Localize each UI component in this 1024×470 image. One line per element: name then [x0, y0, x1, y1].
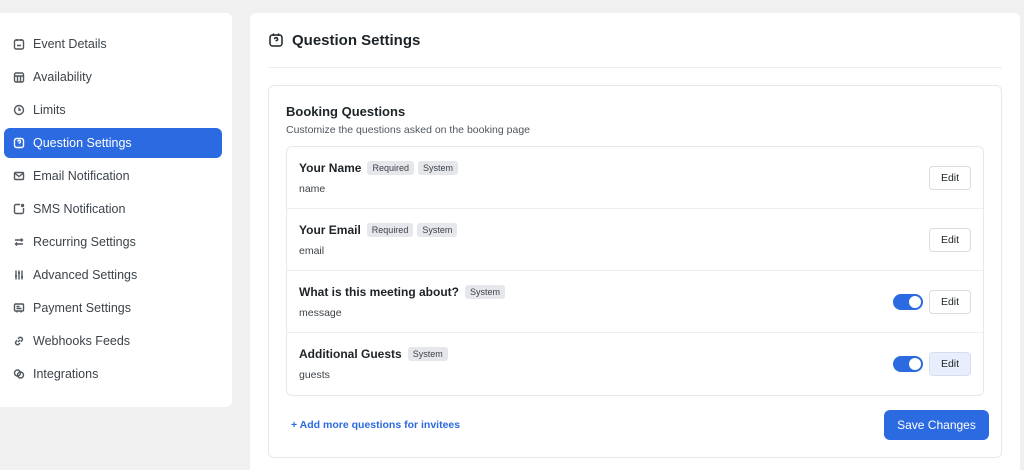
sidebar-item-sms-notification[interactable]: SMS Notification — [4, 194, 222, 224]
question-label: Your Email — [299, 222, 361, 237]
clock-icon — [13, 104, 25, 116]
sidebar-item-advanced-settings[interactable]: Advanced Settings — [4, 260, 222, 290]
sidebar-item-event-details[interactable]: Event Details — [4, 29, 222, 59]
toggle-knob — [909, 358, 921, 370]
question-row-guests: Additional Guests System guests Edit — [287, 333, 983, 395]
question-key: guests — [299, 369, 330, 381]
mail-icon — [13, 170, 25, 182]
sidebar-item-label: Email Notification — [33, 169, 130, 183]
repeat-icon — [13, 236, 25, 248]
edit-button[interactable]: Edit — [929, 352, 971, 376]
question-key: email — [299, 244, 325, 257]
sidebar-item-limits[interactable]: Limits — [4, 95, 222, 125]
sidebar-item-label: Availability — [33, 70, 92, 84]
add-question-link[interactable]: + Add more questions for invitees — [291, 419, 460, 431]
sidebar-item-payment-settings[interactable]: Payment Settings — [4, 293, 222, 323]
edit-button[interactable]: Edit — [929, 289, 971, 314]
sidebar-item-question-settings[interactable]: Question Settings — [4, 128, 222, 158]
question-key: message — [299, 306, 342, 319]
sidebar-item-label: SMS Notification — [33, 202, 126, 216]
question-label: Additional Guests — [299, 347, 402, 361]
question-label: What is this meeting about? — [299, 284, 460, 299]
enable-toggle[interactable] — [893, 356, 923, 372]
sliders-icon — [13, 269, 25, 281]
link-icon — [13, 335, 25, 347]
required-badge: Required — [367, 160, 414, 175]
question-calendar-icon — [268, 32, 284, 48]
sidebar-item-label: Integrations — [33, 367, 99, 381]
sidebar-item-label: Event Details — [33, 37, 107, 51]
question-row-name: Your Name Required System name Edit — [287, 147, 983, 209]
booking-questions-subtitle: Customize the questions asked on the boo… — [286, 124, 530, 136]
calendar-edit-icon — [13, 38, 25, 50]
sidebar-item-label: Payment Settings — [33, 301, 131, 315]
sidebar-item-webhooks-feeds[interactable]: Webhooks Feeds — [4, 326, 222, 356]
question-row-email: Your Email Required System email Edit — [287, 209, 983, 271]
required-badge: Required — [366, 222, 414, 237]
settings-sidebar: Event Details Availability Limits Questi… — [0, 13, 232, 407]
enable-toggle[interactable] — [893, 293, 923, 310]
integrations-icon — [13, 368, 25, 380]
sidebar-item-recurring-settings[interactable]: Recurring Settings — [4, 227, 222, 257]
sidebar-item-label: Webhooks Feeds — [33, 334, 131, 348]
system-badge: System — [407, 347, 448, 361]
page-header: Question Settings — [268, 13, 1002, 68]
question-row-message: What is this meeting about? System messa… — [287, 271, 983, 333]
page-title: Question Settings — [292, 31, 421, 49]
sidebar-item-label: Advanced Settings — [33, 268, 138, 282]
edit-button[interactable]: Edit — [929, 165, 971, 190]
system-badge: System — [465, 284, 506, 299]
payment-icon — [13, 302, 25, 314]
save-changes-button[interactable]: Save Changes — [884, 410, 989, 440]
booking-questions-title: Booking Questions — [286, 104, 406, 119]
edit-button[interactable]: Edit — [929, 227, 971, 252]
question-square-icon — [13, 137, 25, 149]
main-panel: Question Settings Booking Questions Cust… — [250, 13, 1020, 470]
question-key: name — [299, 182, 326, 195]
sidebar-item-email-notification[interactable]: Email Notification — [4, 161, 222, 191]
sms-icon — [13, 203, 25, 215]
calendar-grid-icon — [13, 71, 25, 83]
system-badge: System — [418, 160, 459, 175]
sidebar-item-availability[interactable]: Availability — [4, 62, 222, 92]
toggle-knob — [909, 295, 921, 308]
system-badge: System — [417, 222, 458, 237]
sidebar-item-label: Question Settings — [33, 136, 132, 150]
question-label: Your Name — [299, 160, 362, 175]
sidebar-item-integrations[interactable]: Integrations — [4, 359, 222, 389]
question-list: Your Name Required System name Edit Your… — [286, 146, 984, 396]
sidebar-item-label: Recurring Settings — [33, 235, 136, 249]
booking-questions-card: Booking Questions Customize the question… — [268, 85, 1002, 458]
sidebar-item-label: Limits — [33, 103, 66, 117]
